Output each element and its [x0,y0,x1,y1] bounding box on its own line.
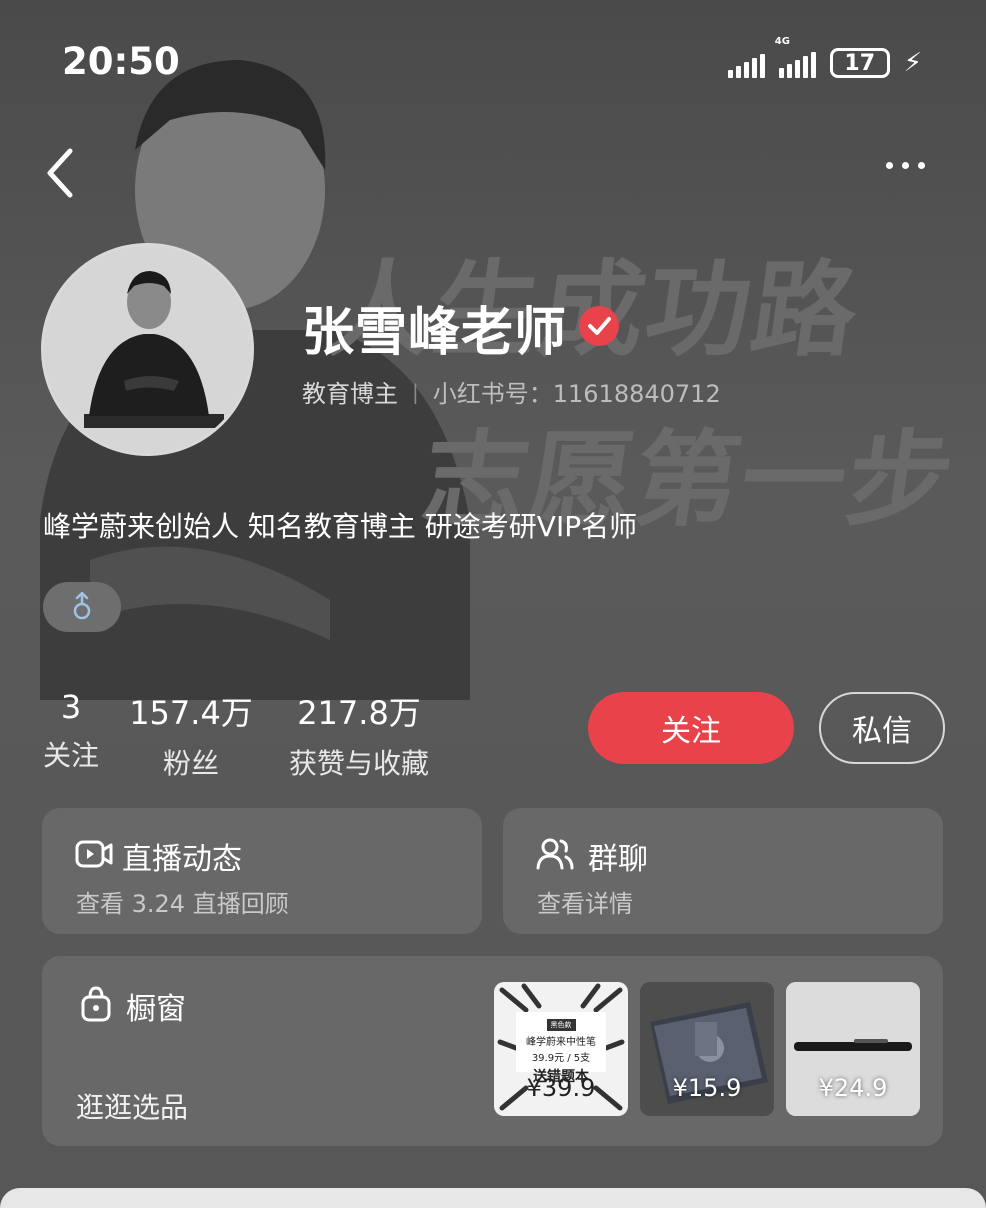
product-label-box: 黑色款 峰学蔚来中性笔 39.9元 / 5支 送错题本 [516,1012,606,1085]
status-bar-icons: 4G 17 ⚡ [727,36,922,78]
stat-followers-label: 粉丝 [162,747,219,780]
more-options-button[interactable] [886,150,942,180]
group-chat-card[interactable]: 群聊 查看详情 [503,808,943,934]
product-price: ¥39.9 [526,1074,596,1102]
battery-icon: 17 [829,48,890,78]
stat-likes-count: 217.8万 [297,694,421,732]
avatar[interactable] [41,243,254,456]
chevron-left-icon [47,148,73,198]
product-price: ¥24.9 [818,1074,888,1102]
profile-name: 张雪峰老师 [302,303,568,363]
group-chat-subtitle: 查看详情 [537,890,633,918]
stat-following-label: 关注 [42,739,99,772]
shop-window-card[interactable]: 橱窗 逛逛选品 黑色款 峰学蔚来中性笔 39.9元 / 5支 送错题本 ¥39.… [42,956,943,1146]
stat-following-count: 3 [60,688,82,726]
product-item[interactable]: ¥15.9 [640,982,774,1116]
network-type: 4G [774,36,790,47]
product-item[interactable]: ¥24.9 [786,982,920,1116]
product-tag: 黑色款 [546,1019,576,1031]
stat-likes-saves[interactable]: 217.8万 获赞与收藏 [280,688,438,782]
product-item[interactable]: 黑色款 峰学蔚来中性笔 39.9元 / 5支 送错题本 ¥39.9 [494,982,628,1116]
message-button[interactable]: 私信 [819,692,945,764]
stat-likes-label: 获赞与收藏 [288,747,429,780]
group-users-icon [536,838,574,870]
group-chat-title: 群聊 [588,842,648,877]
back-button[interactable] [40,145,84,201]
profile-role: 教育博主 [302,380,398,408]
stat-followers-count: 157.4万 [129,694,253,732]
product-spec: 39.9元 / 5支 [531,1053,591,1064]
meta-separator: | [412,379,419,404]
charging-bolt-icon: ⚡ [903,48,922,78]
shopping-bag-icon [81,986,111,1022]
bottom-sheet-edge [0,1188,986,1208]
shop-window-subtitle[interactable]: 逛逛选品 [76,1086,188,1126]
signal-4g-icon: 4G [775,36,816,78]
shop-window-title: 橱窗 [126,992,186,1027]
product-price: ¥15.9 [672,1074,742,1102]
battery-level: 17 [844,50,876,76]
verified-badge-icon [579,306,619,346]
avatar-image [44,246,251,453]
gender-tag [43,582,121,632]
red-id: 小红书号：11618840712 [432,380,721,408]
follow-button[interactable]: 关注 [588,692,794,764]
stat-following[interactable]: 3 关注 [40,688,102,774]
live-activity-card[interactable]: 直播动态 查看 3.24 直播回顾 [42,808,482,934]
stat-followers[interactable]: 157.4万 粉丝 [126,688,256,782]
profile-bio: 峰学蔚来创始人 知名教育博主 研途考研VIP名师 [43,510,638,543]
profile-meta: 教育博主 | 小红书号：11618840712 [302,374,721,409]
male-icon [73,592,91,620]
status-time: 20:50 [62,40,180,83]
video-play-icon [75,840,113,868]
signal-icon [727,50,765,78]
live-activity-title: 直播动态 [122,842,242,877]
live-activity-subtitle: 查看 3.24 直播回顾 [76,890,289,918]
product-name: 峰学蔚来中性笔 [526,1037,596,1048]
more-dots-icon [886,161,893,169]
